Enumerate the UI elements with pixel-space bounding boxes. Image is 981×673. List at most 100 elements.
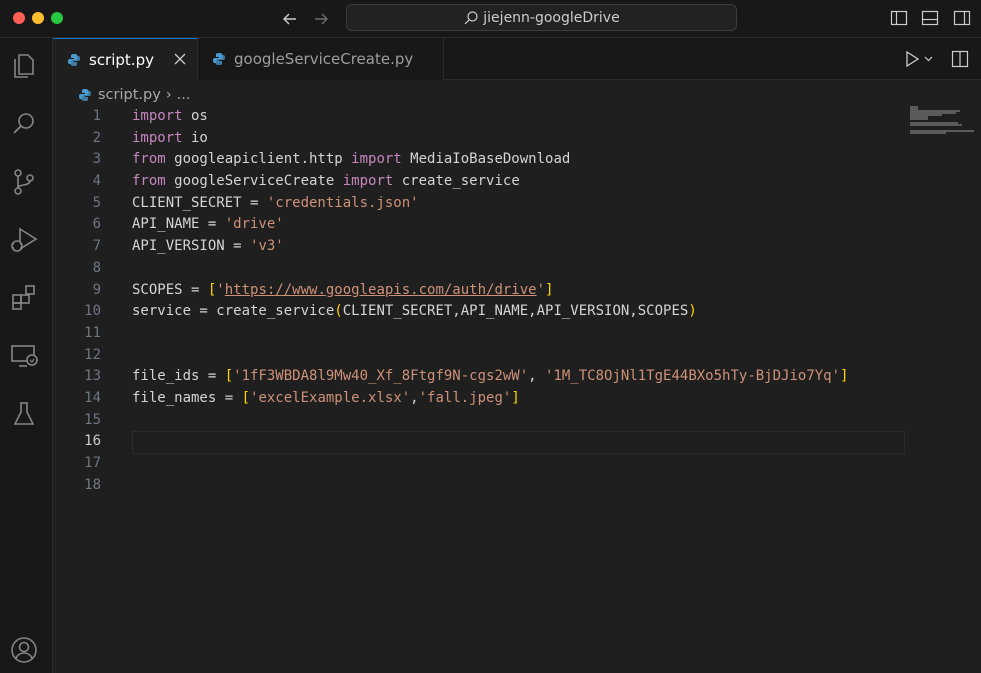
tab-script-py[interactable]: script.py [53,38,198,80]
code-token: ] [545,281,554,298]
tab-googleservicecreate-py[interactable]: googleServiceCreate.py [198,38,444,80]
code-line[interactable]: 4 from googleServiceCreate import create_… [53,171,903,193]
command-center-search[interactable]: jiejenn-googleDrive [346,4,737,31]
python-file-icon [68,53,80,66]
breadcrumb: script.py › ... [78,84,190,106]
line-number: 5 [92,194,101,211]
code-line[interactable]: 7 API_VERSION = 'v3' [53,236,903,258]
line-number: 6 [92,216,101,233]
line-number: 1 [92,108,101,124]
breadcrumb-file[interactable]: script.py [98,87,161,103]
explorer-icon[interactable] [8,50,40,82]
testing-flask-icon[interactable] [8,398,40,430]
window-maximize-button[interactable] [51,12,63,24]
code-token: create_service [393,173,520,190]
code-token: file_names = [132,389,242,406]
minimap-line [910,124,962,126]
code-token: , [410,389,419,406]
tab-label: googleServiceCreate.py [234,50,414,68]
code-token: CLIENT_SECRET,API_NAME,API_VERSION,SCOPE… [342,303,689,320]
code-token: 'credentials.json' [266,194,419,211]
window-close-button[interactable] [13,12,25,24]
code-token: 'drive' [224,216,284,233]
search-icon[interactable] [8,108,40,140]
toggle-primary-sidebar-icon[interactable] [890,9,908,27]
code-token: ( [334,303,343,320]
code-token: import [351,151,402,168]
line-number: 9 [92,281,101,298]
code-line[interactable]: 17 [53,453,903,475]
code-line[interactable]: 14 file_names = ['excelExample.xlsx','fal… [53,388,903,410]
line-number: 13 [84,368,101,385]
code-token: import [132,129,183,146]
minimap-line [910,118,928,120]
code-token: CLIENT_SECRET = [132,194,267,211]
run-and-debug-icon[interactable] [8,224,40,256]
search-icon [464,10,478,24]
code-token: from [132,173,166,190]
code-link[interactable]: https://www.googleapis.com/auth/drive [225,282,537,298]
code-line[interactable]: 10 service = create_service(CLIENT_SECRET… [53,301,903,323]
toggle-secondary-sidebar-icon[interactable] [953,9,971,27]
line-number: 3 [92,151,101,168]
activity-bar [0,38,53,673]
code-token: ) [688,303,697,320]
python-file-icon [79,89,91,101]
code-token: ] [511,389,520,406]
code-token: 'v3' [250,238,284,255]
python-file-icon [213,53,225,65]
account-icon[interactable] [8,634,40,666]
line-number: 2 [92,129,101,146]
code-line[interactable]: 6 API_NAME = 'drive' [53,214,903,236]
code-line[interactable]: 9 SCOPES = ['https://www.googleapis.com/a… [53,280,903,302]
code-token: io [182,129,208,146]
forward-arrow-icon[interactable] [311,9,331,29]
breadcrumb-symbol[interactable]: ... [177,87,191,103]
code-line[interactable]: 11 [53,323,903,345]
line-number: 7 [92,238,101,255]
code-line[interactable]: 12 [53,345,903,367]
code-token: SCOPES = [132,281,208,298]
source-control-icon[interactable] [8,166,40,198]
line-number: 16 [84,433,101,450]
code-line[interactable]: 15 [53,410,903,432]
code-token: '1fF3WBDA8l9Mw40_Xf_8Ftgf9N-cgs2wW' [233,368,529,385]
toggle-panel-icon[interactable] [921,9,939,27]
current-code-line[interactable]: 16 [53,431,905,454]
run-python-file-icon[interactable] [905,50,935,68]
code-token: API_VERSION = [132,238,251,255]
code-token: , [528,368,546,385]
code-token: [ [241,389,251,406]
code-line[interactable]: 2 import io [53,128,903,150]
line-number: 8 [92,259,101,276]
back-arrow-icon[interactable] [280,9,300,29]
window-minimize-button[interactable] [32,12,44,24]
line-number: 11 [84,324,101,341]
close-icon[interactable] [173,52,187,66]
line-number: 10 [84,303,101,320]
code-line[interactable]: 8 [53,258,903,280]
code-token: 'excelExample.xlsx' [250,389,411,406]
code-token: import [132,108,183,124]
code-line[interactable]: 3 from googleapiclient.http import MediaI… [53,149,903,171]
code-line[interactable]: 5 CLIENT_SECRET = 'credentials.json' [53,193,903,215]
code-token: 'fall.jpeg' [418,389,512,406]
minimap[interactable] [910,106,974,146]
extensions-icon[interactable] [8,282,40,314]
remote-explorer-icon[interactable] [8,340,40,372]
code-editor[interactable]: 1 import os 2 import io 3 from googleapicli… [53,106,905,497]
code-line[interactable]: 1 import os [53,106,903,128]
line-number: 17 [84,455,101,471]
code-token: '1M_TC8OjNl1TgE44BXo5hTy-BjDJio7Yq' [545,368,841,385]
code-token: os [182,108,208,124]
code-token: [ [224,368,234,385]
code-line[interactable]: 18 [53,475,903,497]
code-token: from [132,151,166,168]
code-token: API_NAME = [132,216,225,233]
code-token: googleServiceCreate [165,173,343,190]
split-editor-icon[interactable] [951,50,969,68]
code-line[interactable]: 13 file_ids = ['1fF3WBDA8l9Mw40_Xf_8Ftgf9… [53,366,903,388]
code-token: service = create_service [132,303,335,320]
editor-tab-bar: script.py googleServiceCreate.py [53,38,981,80]
code-token: MediaIoBaseDownload [401,151,571,168]
